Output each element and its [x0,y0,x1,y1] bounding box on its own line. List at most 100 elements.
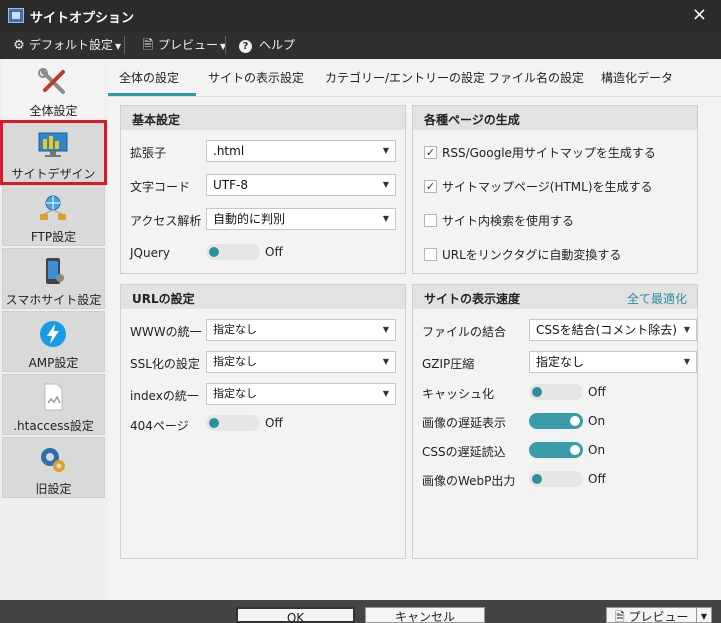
network-icon [40,195,66,220]
toolbar-divider [225,36,226,54]
preview-doc-icon: 🗎 [615,610,625,623]
basic-settings-panel: 基本設定 拡張子 .html ▼ 文字コード UTF-8 ▼ アクセス解析 自動的に… [120,105,406,274]
sidebar-item-label: サイトデザイン [11,167,96,181]
toggle-knob [532,387,542,397]
analytics-label: アクセス解析 [130,214,202,228]
toggle-knob [570,445,580,455]
www-select[interactable]: 指定なし ▼ [206,319,396,341]
extension-select[interactable]: .html ▼ [206,140,396,162]
file-icon [44,383,63,411]
toggle-knob [209,247,219,257]
sidebar-item-amp[interactable]: AMP設定 [2,311,105,372]
css-defer-state: On [588,443,606,457]
title-bar: サイトオプション × [0,0,721,31]
panel-header: サイトの表示速度 全て最適化 [413,285,697,309]
ok-button[interactable]: OK [236,607,355,623]
tab-display[interactable]: サイトの表示設定 [208,69,304,86]
auto-link-checkbox[interactable] [424,248,437,261]
css-defer-toggle[interactable] [529,442,583,458]
charset-label: 文字コード [130,180,191,194]
default-settings-menu[interactable]: ⚙ デフォルト設定 ▼ [12,31,121,59]
webp-toggle[interactable] [529,471,583,487]
sidebar-item-site-design[interactable]: サイトデザイン [0,120,107,185]
main-panel: 全体の設定 サイトの表示設定 カテゴリー/エントリーの設定 ファイル名の設定 構… [107,59,721,600]
tab-category-entry[interactable]: カテゴリー/エントリーの設定 [325,69,485,86]
caret-down-icon: ▼ [382,357,389,366]
site-search-label: サイト内検索を使用する [442,214,575,228]
caret-down-icon: ▼ [382,325,389,334]
smartphone-icon [46,258,64,284]
url-settings-panel: URLの設定 WWWの統一 指定なし ▼ SSL化の設定 指定なし ▼ indexの… [120,284,406,559]
sidebar-item-label: スマホサイト設定 [5,293,102,307]
gear-icon: ⚙ [13,38,25,53]
jquery-state: Off [265,245,283,259]
lazy-load-label: 画像の遅延表示 [422,416,507,430]
combine-select[interactable]: CSSを結合(コメント除去) ▼ [529,319,697,341]
help-button[interactable]: ? ヘルプ [239,31,295,59]
page404-toggle[interactable] [206,415,260,431]
sidebar-item-label: AMP設定 [28,356,79,370]
caret-down-icon: ▼ [683,325,690,334]
lazy-load-toggle[interactable] [529,413,583,429]
html-sitemap-label: サイトマップページ(HTML)を生成する [442,180,653,194]
site-search-checkbox[interactable] [424,214,437,227]
panel-title: サイトの表示速度 [424,292,521,306]
sidebar-item-label: FTP設定 [30,230,77,244]
caret-down-icon: ▼ [382,389,389,398]
tab-bar: 全体の設定 サイトの表示設定 カテゴリー/エントリーの設定 ファイル名の設定 構… [107,59,721,97]
sidebar-item-general[interactable]: 全体設定 [2,59,105,120]
tab-divider [107,96,721,97]
charset-select[interactable]: UTF-8 ▼ [206,174,396,196]
cache-toggle[interactable] [529,384,583,400]
monitor-icon [38,132,68,157]
panel-title: URLの設定 [132,292,195,306]
site-speed-panel: サイトの表示速度 全て最適化 ファイルの結合 CSSを結合(コメント除去) ▼ G… [412,284,698,559]
auto-link-label: URLをリンクタグに自動変換する [442,248,622,262]
toggle-knob [209,418,219,428]
gzip-label: GZIP圧縮 [422,357,475,371]
sidebar-item-htaccess[interactable]: .htaccess設定 [2,374,105,435]
panel-title: 各種ページの生成 [424,113,520,127]
rss-sitemap-checkbox[interactable]: ✓ [424,146,437,159]
window-title: サイトオプション [30,11,135,26]
caret-down-icon: ▼ [382,180,389,189]
caret-down-icon[interactable]: ▼ [696,608,711,622]
sidebar: 全体設定 サイトデザイン FTP設定 スマホサイト設定 AMP設定 .htacc… [0,59,107,600]
ssl-label: SSL化の設定 [130,357,200,371]
preview-footer-button[interactable]: 🗎 プレビュー ▼ [606,607,712,623]
sidebar-item-smartphone[interactable]: スマホサイト設定 [2,248,105,309]
sidebar-item-label: .htaccess設定 [13,419,94,433]
webp-state: Off [588,472,606,486]
index-select[interactable]: 指定なし ▼ [206,383,396,405]
gzip-select[interactable]: 指定なし ▼ [529,351,697,373]
panel-header: 基本設定 [121,106,405,130]
jquery-toggle[interactable] [206,244,260,260]
toolbar: ⚙ デフォルト設定 ▼ 🗎 プレビュー ▼ ? ヘルプ [0,31,721,59]
tab-filename[interactable]: ファイル名の設定 [488,69,584,86]
sidebar-item-legacy[interactable]: 旧設定 [2,437,105,498]
www-label: WWWの統一 [130,325,202,339]
ssl-select[interactable]: 指定なし ▼ [206,351,396,373]
sidebar-item-label: 全体設定 [29,104,78,118]
cache-state: Off [588,385,606,399]
sidebar-item-label: 旧設定 [35,482,72,496]
extension-label: 拡張子 [130,146,167,160]
close-icon[interactable]: × [692,4,707,25]
analytics-select[interactable]: 自動的に判別 ▼ [206,208,396,230]
tab-general[interactable]: 全体の設定 [119,69,179,86]
page404-label: 404ページ [130,419,189,433]
cache-label: キャッシュ化 [422,387,495,401]
preview-menu[interactable]: 🗎 プレビュー ▼ [141,31,226,59]
sidebar-item-ftp[interactable]: FTP設定 [2,185,105,246]
panel-header: 各種ページの生成 [413,106,697,130]
help-icon: ? [239,40,252,53]
index-label: indexの統一 [130,389,199,403]
tab-structured-data[interactable]: 構造化データ [601,69,673,86]
cancel-button[interactable]: キャンセル [365,607,485,623]
html-sitemap-checkbox[interactable]: ✓ [424,180,437,193]
optimize-all-link[interactable]: 全て最適化 [627,290,687,307]
page-generation-panel: 各種ページの生成 ✓ RSS/Google用サイトマップを生成する ✓ サイトマ… [412,105,698,274]
caret-down-icon: ▼ [382,214,389,223]
gears-icon [41,448,65,472]
page404-state: Off [265,416,283,430]
